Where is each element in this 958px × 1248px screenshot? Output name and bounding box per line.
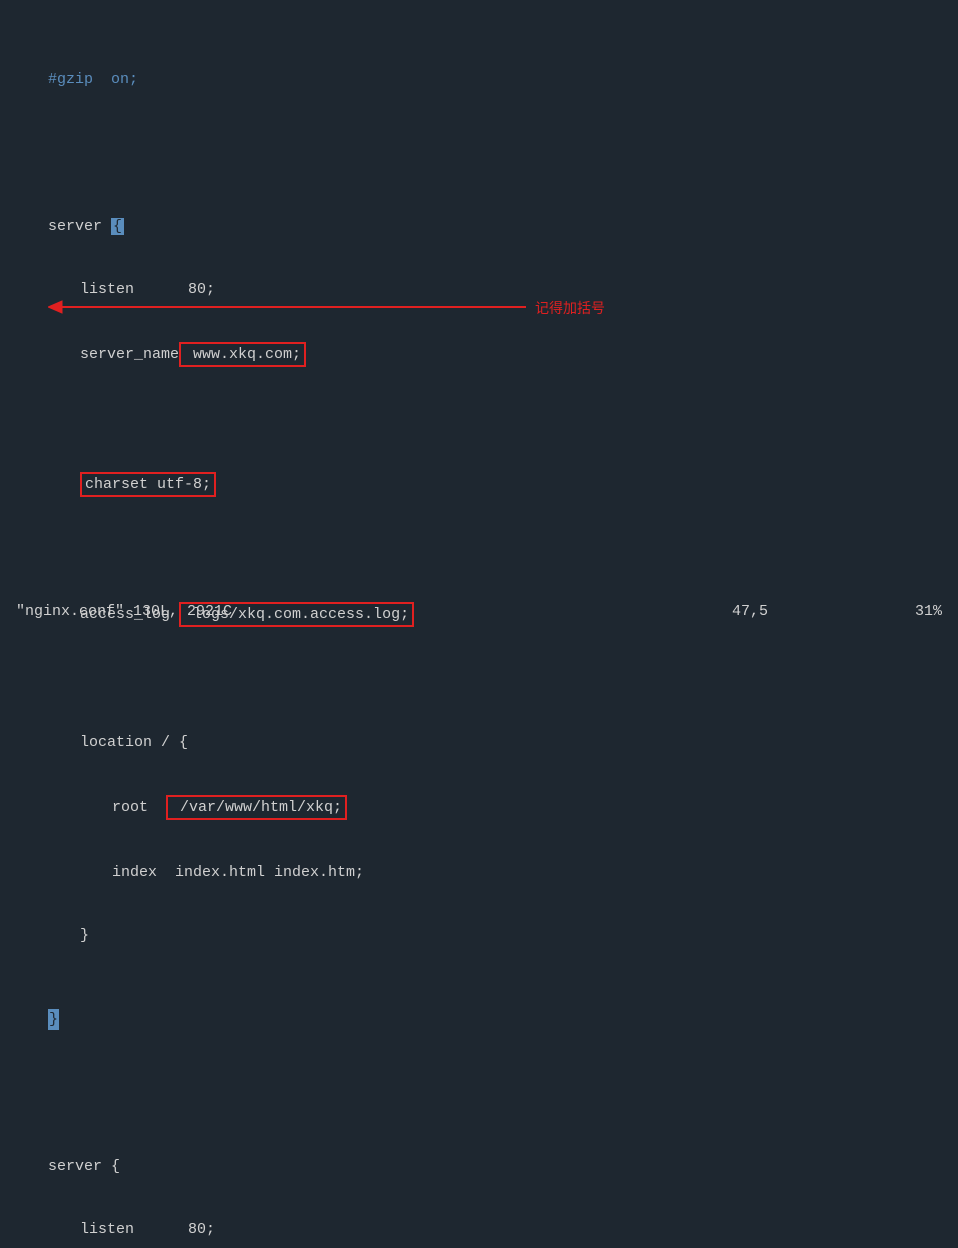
status-cursor-pos: 47,5 [732, 603, 882, 620]
annotation-arrow-icon [48, 297, 528, 317]
cursor-brace: { [111, 218, 124, 235]
code-line: server { [0, 1156, 958, 1177]
highlight-box: /var/www/html/xkq; [166, 795, 347, 820]
code-line: } [0, 925, 958, 946]
vim-status-bar: "nginx.conf" 130L, 2921C 47,5 31% [16, 603, 942, 620]
blank-line [0, 409, 958, 430]
code-line: root /var/www/html/xkq; [0, 795, 958, 820]
blank-line [0, 1093, 958, 1114]
comment-text: #gzip on; [48, 71, 138, 88]
code-editor[interactable]: #gzip on; server { listen 80; server_nam… [0, 0, 958, 1248]
highlight-box: www.xkq.com; [179, 342, 306, 367]
status-file-info: "nginx.conf" 130L, 2921C [16, 603, 732, 620]
highlight-box: charset utf-8; [80, 472, 216, 497]
blank-line [0, 669, 958, 690]
code-line: index index.html index.htm; [0, 862, 958, 883]
code-line: charset utf-8; [0, 472, 958, 497]
code-line: listen 80; [0, 1219, 958, 1240]
blank-line [0, 539, 958, 560]
code-line-close-server: } [0, 1009, 958, 1030]
code-line: #gzip on; [0, 69, 958, 90]
annotation-text: 记得加括号 [535, 298, 605, 319]
code-line: location / { [0, 732, 958, 753]
code-line: server { [0, 216, 958, 237]
server-keyword: server [48, 218, 111, 235]
blank-line [0, 132, 958, 153]
matching-brace: } [48, 1009, 59, 1030]
code-line: server_name www.xkq.com; [0, 342, 958, 367]
status-scroll-pct: 31% [882, 603, 942, 620]
